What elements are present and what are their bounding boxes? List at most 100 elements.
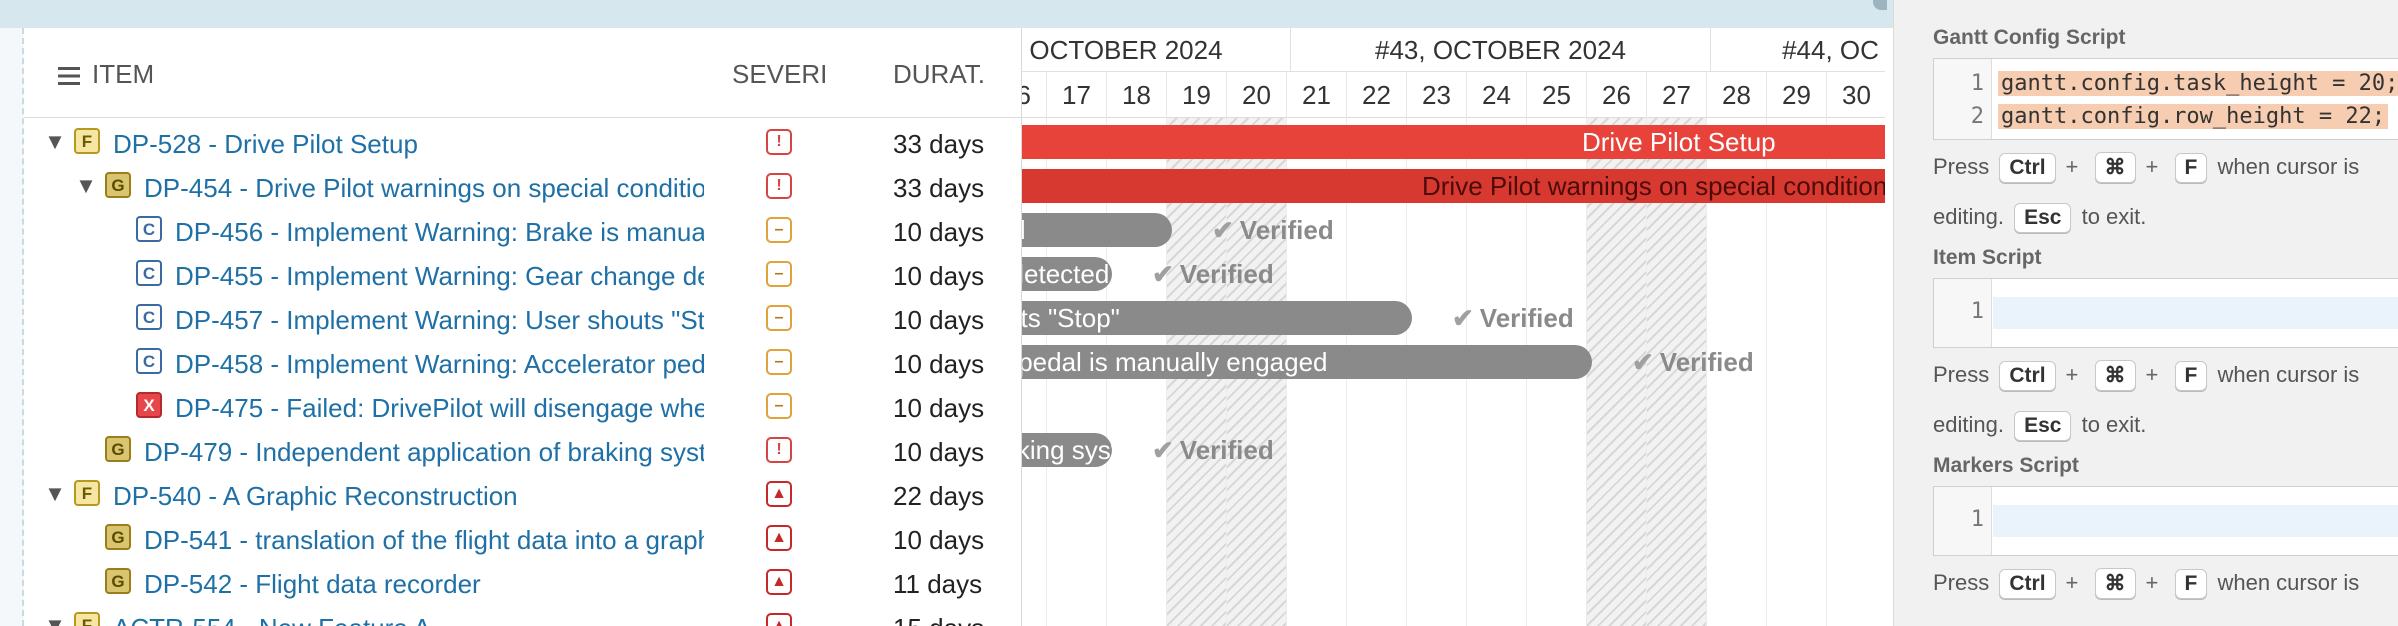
f-key: F — [2174, 361, 2208, 391]
verified-status: ✔ Verified — [1152, 259, 1274, 290]
issue-title-link[interactable]: DP-528 - Drive Pilot Setup — [113, 127, 704, 161]
line-number: 1 — [1970, 507, 1984, 532]
grid-row[interactable]: G DP-479 - Independent application of bra… — [24, 428, 1021, 472]
line-number: 2 — [1970, 104, 1984, 129]
hint-text: editing. — [1933, 412, 2004, 437]
severity-icon: – — [766, 217, 792, 243]
grid-header: ITEM SEVERI DURAT. — [24, 28, 1021, 118]
expand-toggle-icon[interactable]: ▼ — [73, 173, 99, 199]
gantt-day-label: 26 — [1587, 72, 1647, 118]
editor-hint: Press Ctrl + ⌘ + F when cursor is — [1933, 568, 2359, 599]
severity-icon: – — [766, 261, 792, 287]
issue-title-link[interactable]: ACTR-554 - New Feature A — [113, 611, 704, 626]
issue-title-link[interactable]: DP-455 - Implement Warning: Gear change … — [175, 259, 704, 293]
gantt-bar[interactable]: Implement Warning: Accelerator pedal is … — [1022, 345, 1592, 379]
editor-hint-exit: editing. Esc to exit. — [1933, 203, 2146, 233]
expand-toggle-icon[interactable]: ▼ — [42, 481, 68, 507]
duration-value: 15 days — [893, 611, 984, 626]
grid-row[interactable]: C DP-456 - Implement Warning: Brake is ma… — [24, 208, 1021, 252]
duration-value: 10 days — [893, 217, 985, 247]
issue-title-link[interactable]: DP-479 - Independent application of brak… — [144, 435, 704, 469]
editor-hint-exit: editing. Esc to exit. — [1933, 411, 2146, 441]
line-number: 1 — [1970, 299, 1984, 324]
gantt-day-label: 28 — [1707, 72, 1767, 118]
grid-row[interactable]: X DP-475 - Failed: DrivePilot will diseng… — [24, 384, 1021, 428]
ctrl-key: Ctrl — [1999, 361, 2056, 391]
config-panel: Gantt Config Script 1 2 gantt.config.tas… — [1893, 0, 2398, 626]
hamburger-menu-icon[interactable] — [58, 62, 80, 93]
duration-value: 11 days — [893, 569, 983, 599]
check-icon: ✔ — [1152, 259, 1174, 289]
f-key: F — [2174, 153, 2208, 183]
gantt-bar-label: Independent application of braking syste… — [1022, 435, 1112, 465]
verified-status: ✔ Verified — [1452, 303, 1574, 334]
issue-type-icon: G — [105, 436, 131, 462]
issue-type-icon: G — [105, 172, 131, 198]
gantt-chart: OCTOBER 2024 #43, OCTOBER 2024 #44, OC 1… — [1022, 28, 1885, 626]
item-script-editor[interactable]: 1 — [1933, 278, 2398, 348]
issue-title-link[interactable]: DP-475 - Failed: DrivePilot will disenga… — [175, 391, 704, 425]
gantt-bar-label: Drive Pilot Setup — [1582, 127, 1776, 157]
grid-row[interactable]: ▼ G DP-454 - Drive Pilot warnings on speci… — [24, 164, 1021, 208]
gantt-bar[interactable]: Brake is manually engaged — [1022, 213, 1172, 247]
gantt-bar[interactable]: Gear change detected — [1022, 257, 1112, 291]
gantt-week-label: #43, OCTOBER 2024 — [1291, 28, 1711, 72]
issue-title-link[interactable]: DP-454 - Drive Pilot warnings on special… — [144, 171, 704, 205]
expand-toggle-icon[interactable]: ▼ — [42, 613, 68, 626]
expand-toggle-icon[interactable]: ▼ — [42, 129, 68, 155]
duration-value: 10 days — [893, 437, 985, 467]
markers-script-title: Markers Script — [1933, 454, 2079, 477]
gantt-bar[interactable]: Drive Pilot Setup — [1022, 125, 1885, 159]
grid-row[interactable]: C DP-458 - Implement Warning: Accelerator… — [24, 340, 1021, 384]
duration-value: 33 days — [893, 173, 985, 203]
verified-status: ✔ Verified — [1152, 435, 1274, 466]
gantt-day-label: 21 — [1287, 72, 1347, 118]
grid-row[interactable]: ▼ F DP-540 - A Graphic Reconstruction ▲ 22 d… — [24, 472, 1021, 516]
issue-title-link[interactable]: DP-542 - Flight data recorder — [144, 567, 704, 601]
code-line[interactable]: gantt.config.row_height = 22; — [1998, 104, 2389, 129]
grid-row[interactable]: G DP-542 - Flight data recorder ▲ 11 days — [24, 560, 1021, 604]
severity-icon: ▲ — [766, 481, 792, 507]
gantt-bar[interactable]: User shouts "Stop" — [1022, 301, 1412, 335]
hint-text: to exit. — [2081, 412, 2147, 437]
grid-row[interactable]: ▼ F ACTR-554 - New Feature A ▲ 15 days — [24, 604, 1021, 626]
grid-row[interactable]: ▼ F DP-528 - Drive Pilot Setup! 33 days — [24, 120, 1021, 164]
gantt-config-script-title: Gantt Config Script — [1933, 26, 2126, 49]
gantt-day-label: 27 — [1647, 72, 1707, 118]
issue-title-link[interactable]: DP-541 - translation of the flight data … — [144, 523, 704, 557]
ctrl-key: Ctrl — [1999, 569, 2056, 599]
grid-row[interactable]: C DP-457 - Implement Warning: User shouts… — [24, 296, 1021, 340]
gantt-config-script-editor[interactable]: 1 2 gantt.config.task_height = 20; gantt… — [1933, 58, 2398, 140]
verified-status: ✔ Verified — [1212, 215, 1334, 246]
grid-row[interactable]: G DP-541 - translation of the flight data… — [24, 516, 1021, 560]
column-header-severity[interactable]: SEVERI — [732, 59, 827, 90]
editor-hint: Press Ctrl + ⌘ + F when cursor is — [1933, 152, 2359, 183]
issue-title-link[interactable]: DP-457 - Implement Warning: User shouts … — [175, 303, 704, 337]
column-header-duration[interactable]: DURAT. — [893, 59, 985, 90]
gantt-bar[interactable]: Drive Pilot warnings on special conditio… — [1022, 169, 1885, 203]
issue-type-icon: X — [136, 392, 162, 418]
issue-type-icon: G — [105, 568, 131, 594]
markers-script-editor[interactable]: 1 — [1933, 486, 2398, 556]
gantt-bar[interactable]: Independent application of braking syste… — [1022, 433, 1112, 467]
active-line — [1993, 297, 2398, 329]
issue-type-icon: F — [74, 128, 100, 154]
gantt-bar-label: User shouts "Stop" — [1022, 303, 1120, 333]
check-icon: ✔ — [1452, 303, 1474, 333]
duration-value: 10 days — [893, 261, 985, 291]
issue-title-link[interactable]: DP-458 - Implement Warning: Accelerator … — [175, 347, 704, 381]
issue-title-link[interactable]: DP-540 - A Graphic Reconstruction — [113, 479, 704, 513]
column-header-item[interactable]: ITEM — [92, 59, 154, 90]
check-icon: ✔ — [1212, 215, 1234, 245]
gantt-bar-label: Gear change detected — [1022, 259, 1110, 289]
check-icon: ✔ — [1632, 347, 1654, 377]
code-line[interactable]: gantt.config.task_height = 20; — [1998, 71, 2398, 96]
esc-key: Esc — [2014, 411, 2072, 441]
issue-title-link[interactable]: DP-456 - Implement Warning: Brake is man… — [175, 215, 704, 249]
grid-row[interactable]: C DP-455 - Implement Warning: Gear change… — [24, 252, 1021, 296]
editor-hint: Press Ctrl + ⌘ + F when cursor is — [1933, 360, 2359, 391]
gantt-day-label: 18 — [1107, 72, 1167, 118]
cmd-key-icon: ⌘ — [2094, 152, 2136, 183]
check-icon: ✔ — [1152, 435, 1174, 465]
gantt-day-label: 20 — [1227, 72, 1287, 118]
